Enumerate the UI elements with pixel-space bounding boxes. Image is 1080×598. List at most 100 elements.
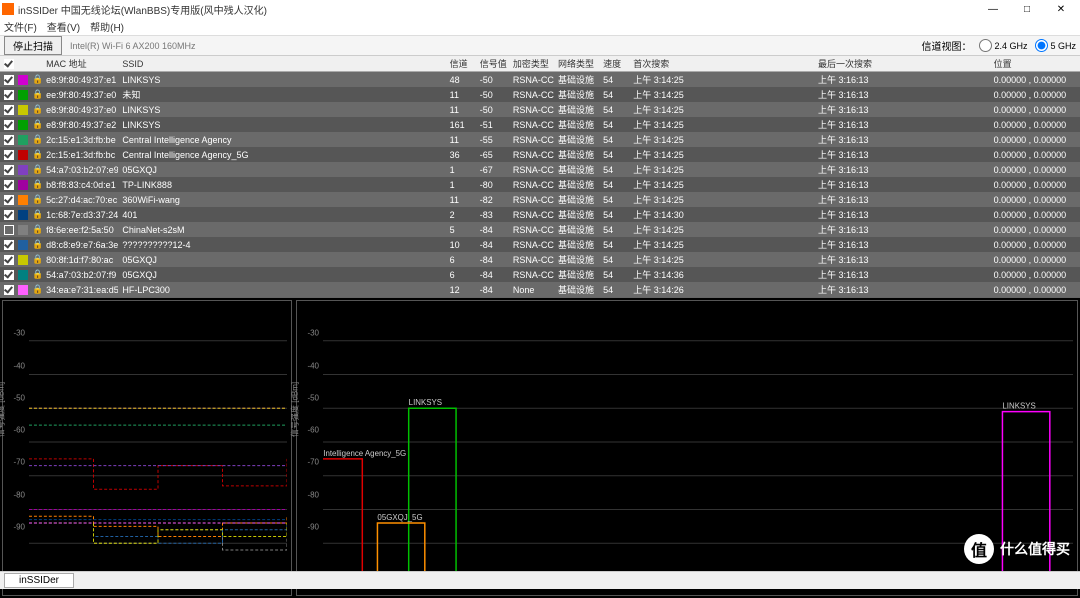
cell-channel: 12 (446, 282, 476, 297)
col-lastseen[interactable]: 最后一次搜索 (814, 56, 990, 72)
table-row[interactable]: 🔒54:a7:03:b2:07:f905GXQJ6-84RSNA-CCMP基础设… (0, 267, 1080, 282)
cell-position: 0.00000 , 0.00000 (990, 132, 1080, 147)
cell-ssid: LINKSYS (118, 117, 445, 132)
table-row[interactable]: 🔒34:ea:e7:31:ea:d5HF-LPC30012-84None基础设施… (0, 282, 1080, 297)
row-checkbox[interactable] (4, 210, 14, 220)
scan-toggle-button[interactable]: 停止扫描 (4, 36, 62, 55)
lock-icon: 🔒 (28, 192, 42, 207)
cell-lastseen: 上午 3:16:13 (814, 252, 990, 267)
table-row[interactable]: 🔒e8:9f:80:49:37:e0LINKSYS11-50RSNA-CCMP基… (0, 102, 1080, 117)
row-checkbox[interactable] (4, 225, 14, 235)
col-mac[interactable]: MAC 地址 (42, 56, 118, 72)
svg-text:05GXQJ_5G: 05GXQJ_5G (377, 513, 422, 522)
cell-rssi: -83 (476, 207, 509, 222)
menu-file[interactable]: 文件(F) (4, 19, 37, 34)
cell-nettype: 基础设施 (554, 102, 599, 117)
cell-position: 0.00000 , 0.00000 (990, 207, 1080, 222)
table-row[interactable]: 🔒f8:6e:ee:f2:5a:50ChinaNet-s2sM5-84RSNA-… (0, 222, 1080, 237)
col-ssid[interactable]: SSID (118, 56, 445, 72)
row-checkbox[interactable] (4, 90, 14, 100)
col-check[interactable] (0, 56, 14, 72)
cell-rssi: -82 (476, 192, 509, 207)
menu-help[interactable]: 帮助(H) (90, 19, 124, 34)
cell-security: RSNA-CCMP (509, 207, 554, 222)
lock-icon: 🔒 (28, 177, 42, 192)
cell-rssi: -80 (476, 177, 509, 192)
col-rate[interactable]: 速度 (599, 56, 629, 72)
row-checkbox[interactable] (4, 165, 14, 175)
table-row[interactable]: 🔒d8:c8:e9:e7:6a:3e??????????12-410-84RSN… (0, 237, 1080, 252)
col-position[interactable]: 位置 (990, 56, 1080, 72)
row-checkbox[interactable] (4, 255, 14, 265)
menu-bar: 文件(F) 查看(V) 帮助(H) (0, 18, 1080, 36)
table-row[interactable]: 🔒2c:15:e1:3d:fb:beCentral Intelligence A… (0, 132, 1080, 147)
cell-firstseen: 上午 3:14:25 (629, 252, 814, 267)
row-checkbox[interactable] (4, 150, 14, 160)
row-checkbox[interactable] (4, 195, 14, 205)
color-chip (18, 75, 28, 85)
col-security[interactable]: 加密类型 (509, 56, 554, 72)
row-checkbox[interactable] (4, 120, 14, 130)
cell-nettype: 基础设施 (554, 252, 599, 267)
table-row[interactable]: 🔒5c:27:d4:ac:70:ec360WiFi-wang11-82RSNA-… (0, 192, 1080, 207)
cell-firstseen: 上午 3:14:25 (629, 147, 814, 162)
cell-firstseen: 上午 3:14:25 (629, 222, 814, 237)
cell-position: 0.00000 , 0.00000 (990, 72, 1080, 88)
cell-channel: 1 (446, 162, 476, 177)
cell-nettype: 基础设施 (554, 282, 599, 297)
time-rssi-chart[interactable]: -30-40-50-60-70-80-90 信号强度 [dBm] 3:153:1… (2, 300, 292, 596)
adapter-label[interactable]: Intel(R) Wi-Fi 6 AX200 160MHz (70, 41, 196, 51)
cell-mac: f8:6e:ee:f2:5a:50 (42, 222, 118, 237)
cell-position: 0.00000 , 0.00000 (990, 87, 1080, 102)
table-row[interactable]: 🔒e8:9f:80:49:37:e1LINKSYS48-50RSNA-CCMP基… (0, 72, 1080, 88)
cell-channel: 11 (446, 192, 476, 207)
app-icon (2, 3, 14, 15)
cell-channel: 2 (446, 207, 476, 222)
col-channel[interactable]: 信道 (446, 56, 476, 72)
cell-ssid: ChinaNet-s2sM (118, 222, 445, 237)
table-row[interactable]: 🔒54:a7:03:b2:07:e905GXQJ1-67RSNA-CCMP基础设… (0, 162, 1080, 177)
cell-mac: e8:9f:80:49:37:e0 (42, 102, 118, 117)
table-row[interactable]: 🔒b8:f8:83:c4:0d:e1TP-LINK8881-80RSNA-CCM… (0, 177, 1080, 192)
cell-ssid: LINKSYS (118, 72, 445, 88)
row-checkbox[interactable] (4, 285, 14, 295)
table-row[interactable]: 🔒e8:9f:80:49:37:e2LINKSYS161-51RSNA-CCMP… (0, 117, 1080, 132)
cell-nettype: 基础设施 (554, 162, 599, 177)
cell-firstseen: 上午 3:14:26 (629, 282, 814, 297)
radio-24ghz[interactable]: 2.4 GHz (979, 39, 1027, 52)
color-chip (18, 120, 28, 130)
table-row[interactable]: 🔒1c:68:7e:d3:37:244012-83RSNA-CCMP基础设施54… (0, 207, 1080, 222)
cell-rate: 54 (599, 222, 629, 237)
channel-rssi-chart[interactable]: -30-40-50-60-70-80-90 信号强度 [dBm] LINKSYS… (296, 300, 1078, 596)
cell-ssid: HF-LPC300 (118, 282, 445, 297)
row-checkbox[interactable] (4, 105, 14, 115)
maximize-button[interactable]: □ (1010, 0, 1044, 18)
table-row[interactable]: 🔒80:8f:1d:f7:80:ac05GXQJ6-84RSNA-CCMP基础设… (0, 252, 1080, 267)
cell-security: RSNA-CCMP (509, 72, 554, 88)
color-chip (18, 195, 28, 205)
row-checkbox[interactable] (4, 135, 14, 145)
cell-rate: 54 (599, 192, 629, 207)
row-checkbox[interactable] (4, 75, 14, 85)
cell-rssi: -51 (476, 117, 509, 132)
row-checkbox[interactable] (4, 180, 14, 190)
close-button[interactable]: ✕ (1044, 0, 1078, 18)
col-nettype[interactable]: 网络类型 (554, 56, 599, 72)
cell-security: RSNA-CCMP (509, 117, 554, 132)
table-row[interactable]: 🔒ee:9f:80:49:37:e0未知11-50RSNA-CCMP基础设施54… (0, 87, 1080, 102)
cell-mac: e8:9f:80:49:37:e1 (42, 72, 118, 88)
row-checkbox[interactable] (4, 240, 14, 250)
minimize-button[interactable]: — (976, 0, 1010, 18)
col-rssi[interactable]: 信号值 (476, 56, 509, 72)
col-firstseen[interactable]: 首次搜索 (629, 56, 814, 72)
row-checkbox[interactable] (4, 270, 14, 280)
cell-rate: 54 (599, 132, 629, 147)
cell-ssid: 401 (118, 207, 445, 222)
table-row[interactable]: 🔒2c:15:e1:3d:fb:bcCentral Intelligence A… (0, 147, 1080, 162)
status-tab[interactable]: inSSIDer (4, 573, 74, 588)
svg-text:LINKSYS: LINKSYS (409, 398, 443, 407)
title-bar: inSSIDer 中国无线论坛(WlanBBS)专用版(风中残人汉化) — □ … (0, 0, 1080, 18)
color-chip (18, 225, 28, 235)
menu-view[interactable]: 查看(V) (47, 19, 80, 34)
radio-5ghz[interactable]: 5 GHz (1035, 39, 1076, 52)
